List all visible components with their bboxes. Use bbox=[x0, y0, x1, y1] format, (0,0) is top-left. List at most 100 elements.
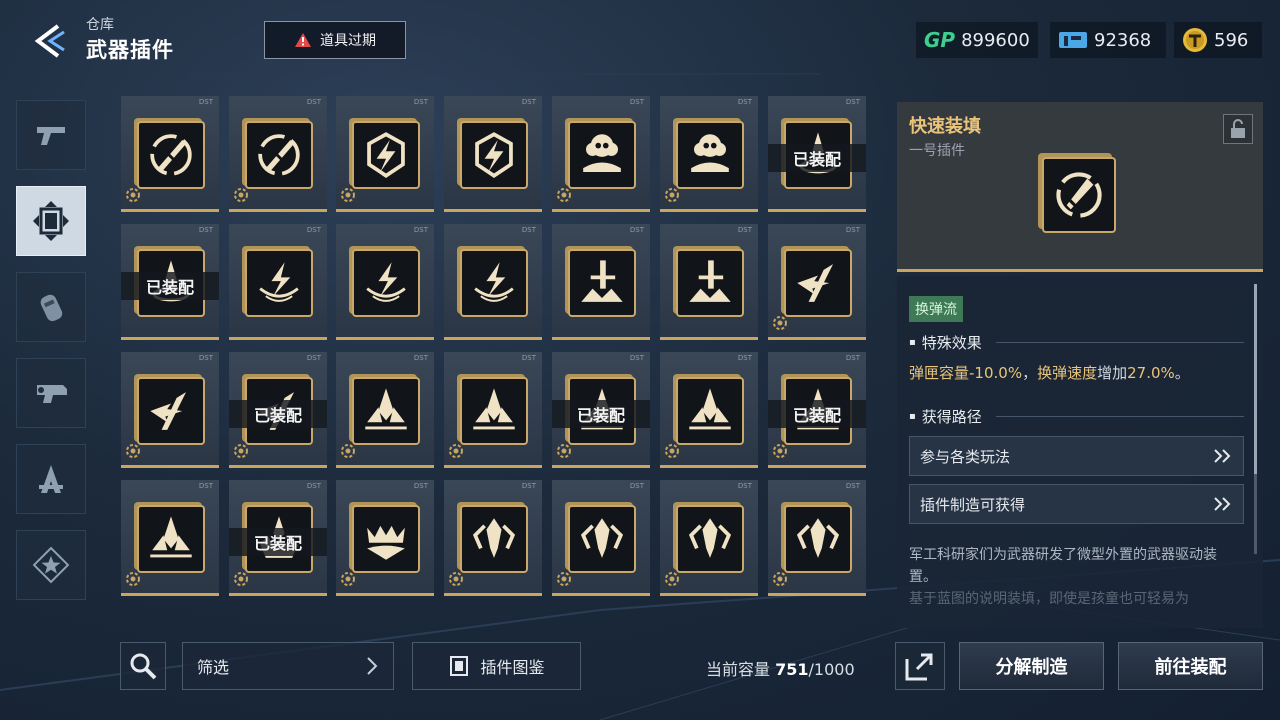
plugin-icon-frame bbox=[676, 377, 744, 445]
plugin-card[interactable]: DST bbox=[336, 352, 434, 468]
lightning-ring-icon bbox=[474, 262, 514, 302]
rarity-tag: DST bbox=[306, 482, 321, 490]
chevron-right-icon bbox=[367, 657, 378, 675]
plugin-codex-label: 插件图鉴 bbox=[480, 658, 545, 677]
go-equip-button[interactable]: 前往装配 bbox=[1118, 642, 1263, 690]
plugin-card[interactable]: DST bbox=[444, 96, 542, 212]
gear-badge-icon bbox=[449, 572, 463, 586]
back-button[interactable] bbox=[28, 18, 74, 64]
plugin-card[interactable]: DST bbox=[660, 480, 758, 596]
rarity-tag: DST bbox=[521, 98, 536, 106]
plugin-card[interactable]: DST 已装配 bbox=[552, 352, 650, 468]
plugin-icon-frame bbox=[460, 377, 528, 445]
crystal-spike-icon bbox=[473, 388, 515, 430]
plugin-description: 军工科研家们为武器研发了微型外置的武器驱动装置。 基于蓝图的说明装填，即使是孩童… bbox=[909, 544, 1244, 610]
gear-badge-icon bbox=[665, 572, 679, 586]
gear-badge-icon bbox=[126, 444, 140, 458]
plugin-card[interactable]: DST bbox=[768, 480, 866, 596]
source-section-title: ▪ 获得路径 bbox=[909, 406, 1244, 427]
plugin-icon-frame bbox=[352, 249, 420, 317]
rocket-reload-icon bbox=[1056, 172, 1102, 218]
plugin-card[interactable]: DST bbox=[660, 352, 758, 468]
route-item-gameplay[interactable]: 参与各类玩法 bbox=[909, 436, 1244, 476]
plugin-icon-frame bbox=[568, 121, 636, 189]
gear-badge-icon bbox=[557, 444, 571, 458]
disassemble-button[interactable]: 分解制造 bbox=[959, 642, 1104, 690]
plugin-card[interactable]: DST 已装配 bbox=[768, 352, 866, 468]
plugin-icon-frame bbox=[460, 249, 528, 317]
plugin-card[interactable]: DST bbox=[336, 480, 434, 596]
filter-dropdown[interactable]: 筛选 bbox=[182, 642, 394, 690]
rarity-tag: DST bbox=[413, 98, 428, 106]
tab-attachments[interactable] bbox=[16, 358, 86, 428]
rarity-tag: DST bbox=[737, 482, 752, 490]
tab-equipment[interactable] bbox=[16, 444, 86, 514]
plugin-icon-frame bbox=[352, 505, 420, 573]
route-label: 参与各类玩法 bbox=[920, 447, 1011, 466]
plugin-card[interactable]: DST 已装配 bbox=[121, 224, 219, 340]
plugin-card[interactable]: DST bbox=[444, 480, 542, 596]
capacity-used: 751 bbox=[775, 660, 809, 679]
share-button[interactable] bbox=[895, 642, 945, 690]
bug-claw-icon bbox=[472, 518, 516, 558]
expired-items-button[interactable]: 道具过期 bbox=[264, 21, 406, 59]
rarity-tag: DST bbox=[306, 98, 321, 106]
source-title-text: 获得路径 bbox=[921, 408, 982, 426]
description-line-2: 基于蓝图的说明装填，即使是孩童也可轻易为 bbox=[909, 591, 1189, 607]
plugin-card[interactable]: DST bbox=[336, 224, 434, 340]
rarity-tag: DST bbox=[198, 226, 213, 234]
tab-grenades[interactable] bbox=[16, 272, 86, 342]
plugin-card[interactable]: DST bbox=[121, 96, 219, 212]
crystal-spike-icon bbox=[365, 388, 407, 430]
rarity-tag: DST bbox=[845, 354, 860, 362]
plugin-card[interactable]: DST bbox=[229, 224, 327, 340]
plugin-card[interactable]: DST bbox=[660, 96, 758, 212]
plugin-card[interactable]: DST bbox=[229, 96, 327, 212]
gear-badge-icon bbox=[234, 444, 248, 458]
plugin-icon-frame bbox=[676, 249, 744, 317]
plugin-detail-body[interactable]: 换弹流 ▪ 特殊效果 弹匣容量-10.0%，换弹速度增加27.0%。 ▪ 获得路径 … bbox=[897, 276, 1263, 628]
plugin-card[interactable]: DST bbox=[444, 224, 542, 340]
page-title: 武器插件 bbox=[86, 38, 174, 62]
plugin-card[interactable]: DST bbox=[660, 224, 758, 340]
rarity-tag: DST bbox=[413, 354, 428, 362]
unlock-icon bbox=[1231, 119, 1245, 138]
plugin-card[interactable]: DST bbox=[444, 352, 542, 468]
plugin-card[interactable]: DST 已装配 bbox=[229, 352, 327, 468]
plugin-card[interactable]: DST bbox=[121, 352, 219, 468]
effect-text: 弹匣容量-10.0%，换弹速度增加27.0%。 bbox=[909, 362, 1249, 383]
plugin-codex-icon bbox=[450, 656, 469, 676]
plugin-icon-frame bbox=[784, 505, 852, 573]
gear-badge-icon bbox=[341, 444, 355, 458]
tab-plugins[interactable] bbox=[16, 186, 86, 256]
rarity-tag: DST bbox=[629, 226, 644, 234]
plugin-card[interactable]: DST 已装配 bbox=[768, 96, 866, 212]
plugin-card[interactable]: DST bbox=[768, 224, 866, 340]
plugin-card[interactable]: DST bbox=[552, 480, 650, 596]
search-button[interactable] bbox=[120, 642, 166, 690]
plugin-icon-frame bbox=[676, 121, 744, 189]
plugin-card[interactable]: DST bbox=[552, 224, 650, 340]
plugin-detail-icon bbox=[1042, 157, 1116, 233]
plugin-icon-frame bbox=[352, 377, 420, 445]
lock-button[interactable] bbox=[1223, 114, 1253, 144]
plugin-card[interactable]: DST bbox=[336, 96, 434, 212]
rarity-tag: DST bbox=[521, 482, 536, 490]
double-chevron-right-icon bbox=[1214, 497, 1231, 511]
warning-icon bbox=[295, 33, 311, 47]
slash-circle-icon bbox=[258, 134, 300, 176]
effect-word: 增加 bbox=[1097, 364, 1128, 382]
plugin-card[interactable]: DST bbox=[552, 96, 650, 212]
plugin-icon-frame bbox=[784, 249, 852, 317]
gear-badge-icon bbox=[341, 188, 355, 202]
route-item-crafting[interactable]: 插件制造可获得 bbox=[909, 484, 1244, 524]
plugin-card[interactable]: DST 已装配 bbox=[229, 480, 327, 596]
plugin-icon-frame bbox=[137, 121, 205, 189]
tab-badges[interactable] bbox=[16, 530, 86, 600]
tab-weapons[interactable] bbox=[16, 100, 86, 170]
detail-scrollbar[interactable] bbox=[1254, 284, 1257, 554]
plugin-card[interactable]: DST bbox=[121, 480, 219, 596]
plugin-codex-button[interactable]: 插件图鉴 bbox=[412, 642, 581, 690]
bug-claw-icon bbox=[796, 518, 840, 558]
plugin-icon-frame bbox=[352, 121, 420, 189]
